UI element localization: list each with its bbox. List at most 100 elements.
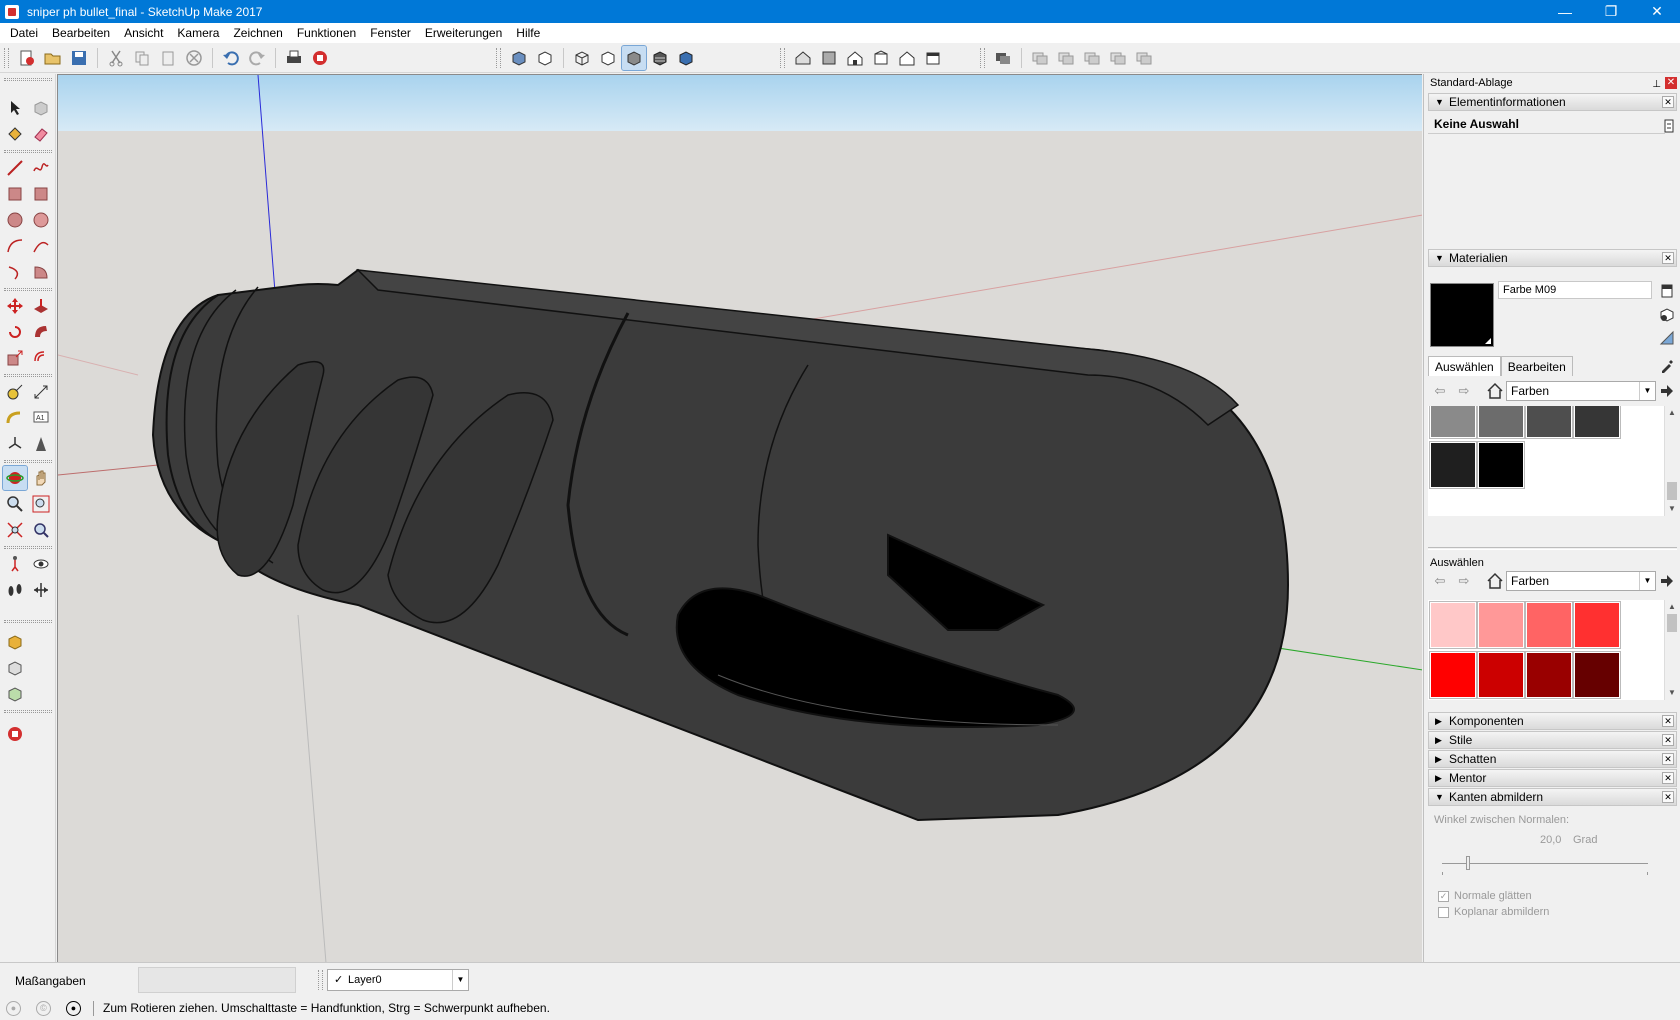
details-arrow-icon[interactable] — [1659, 383, 1675, 399]
monochrome-icon[interactable] — [674, 46, 698, 70]
default-material-icon[interactable] — [1657, 328, 1677, 348]
tab-select[interactable]: Auswählen — [1428, 356, 1501, 376]
swatch-red-1[interactable] — [1429, 601, 1477, 649]
toggle-details-icon[interactable] — [1659, 116, 1679, 136]
swatch-red-5[interactable] — [1429, 651, 1477, 699]
save-icon[interactable] — [67, 46, 91, 70]
shaded-textures-icon[interactable] — [648, 46, 672, 70]
print-icon[interactable] — [282, 46, 306, 70]
menu-ansicht[interactable]: Ansicht — [117, 23, 170, 43]
warehouse-icon[interactable] — [3, 630, 27, 654]
cut-icon[interactable] — [104, 46, 128, 70]
protractor-icon[interactable] — [3, 406, 27, 430]
panel-mentor[interactable]: ▶ Mentor ✕ — [1428, 769, 1677, 787]
secondary-scrollbar[interactable]: ▲ ▼ — [1664, 600, 1678, 700]
scroll-down-icon[interactable]: ▼ — [1665, 686, 1679, 700]
tape-measure-icon[interactable] — [3, 380, 27, 404]
panel-entity-info[interactable]: ▼ Elementinformationen ✕ — [1428, 93, 1677, 111]
scroll-up-icon[interactable]: ▲ — [1665, 600, 1679, 614]
material-name-field[interactable]: Farbe M09 — [1498, 281, 1652, 299]
top-view-icon[interactable] — [817, 46, 841, 70]
offset-icon[interactable] — [29, 346, 53, 370]
menu-kamera[interactable]: Kamera — [170, 23, 226, 43]
scene-1-icon[interactable] — [1028, 46, 1052, 70]
panel-shadows[interactable]: ▶ Schatten ✕ — [1428, 750, 1677, 768]
user-account-icon[interactable]: ● — [66, 1001, 81, 1016]
display-secondary-icon[interactable] — [1657, 281, 1677, 301]
panel-close-icon[interactable]: ✕ — [1662, 252, 1674, 264]
walk-icon[interactable] — [3, 578, 27, 602]
smooth-normals-checkbox[interactable]: ✓ Normale glätten — [1438, 890, 1532, 902]
pin-icon[interactable]: ⊥ — [1652, 76, 1661, 94]
soften-coplanar-checkbox[interactable]: Koplanar abmildern — [1438, 906, 1549, 918]
panel-close-icon[interactable]: ✕ — [1662, 753, 1674, 765]
right-view-icon[interactable] — [869, 46, 893, 70]
axes-icon[interactable] — [3, 432, 27, 456]
panel-close-icon[interactable]: ✕ — [1662, 791, 1674, 803]
redo-icon[interactable] — [245, 46, 269, 70]
previous-view-icon[interactable] — [29, 518, 53, 542]
section-plane-icon[interactable] — [29, 578, 53, 602]
left-view-icon[interactable] — [921, 46, 945, 70]
details-arrow-icon[interactable] — [1659, 573, 1675, 589]
paint-bucket-icon[interactable] — [3, 122, 27, 146]
copy-icon[interactable] — [130, 46, 154, 70]
new-file-icon[interactable] — [15, 46, 39, 70]
3d-viewport[interactable] — [57, 74, 1422, 962]
materials-scrollbar[interactable]: ▲ ▼ — [1664, 406, 1678, 516]
scene-5-icon[interactable] — [1132, 46, 1156, 70]
two-point-arc-icon[interactable] — [29, 234, 53, 258]
sketchup-app-icon[interactable] — [5, 4, 19, 19]
menu-erweiterungen[interactable]: Erweiterungen — [418, 23, 509, 43]
back-arrow-icon[interactable]: ⇦ — [1432, 383, 1448, 399]
scale-icon[interactable] — [3, 346, 27, 370]
swatch-gray-2[interactable] — [1477, 406, 1525, 439]
back-view-icon[interactable] — [895, 46, 919, 70]
panel-close-icon[interactable]: ✕ — [1662, 715, 1674, 727]
paste-icon[interactable] — [156, 46, 180, 70]
orbit-icon[interactable] — [2, 465, 28, 491]
swatch-gray-3[interactable] — [1525, 406, 1573, 439]
pie-icon[interactable] — [29, 260, 53, 284]
tray-close-icon[interactable]: ✕ — [1665, 77, 1677, 89]
back-arrow-icon[interactable]: ⇦ — [1432, 573, 1448, 589]
zoom-window-icon[interactable] — [29, 492, 53, 516]
menu-datei[interactable]: Datei — [3, 23, 45, 43]
angle-slider-knob[interactable] — [1466, 856, 1470, 870]
menu-bearbeiten[interactable]: Bearbeiten — [45, 23, 117, 43]
extension-manager-icon[interactable] — [3, 722, 27, 746]
extension-warehouse-icon[interactable] — [3, 682, 27, 706]
tab-edit[interactable]: Bearbeiten — [1500, 356, 1573, 376]
swatch-red-8[interactable] — [1573, 651, 1621, 699]
scroll-thumb[interactable] — [1667, 482, 1677, 500]
credits-icon[interactable]: © — [36, 1001, 51, 1016]
geo-location-icon[interactable]: ● — [6, 1001, 21, 1016]
line-tool-icon[interactable] — [3, 156, 27, 180]
arc-icon[interactable] — [3, 234, 27, 258]
panel-components[interactable]: ▶ Komponenten ✕ — [1428, 712, 1677, 730]
polygon-icon[interactable] — [29, 208, 53, 232]
restore-button[interactable]: ❐ — [1588, 0, 1634, 23]
panel-materials[interactable]: ▼ Materialien ✕ — [1428, 249, 1677, 267]
swatch-red-3[interactable] — [1525, 601, 1573, 649]
close-button[interactable]: ✕ — [1634, 0, 1680, 23]
panel-close-icon[interactable]: ✕ — [1662, 734, 1674, 746]
panel-soften-edges[interactable]: ▼ Kanten abmildern ✕ — [1428, 788, 1677, 806]
look-around-icon[interactable] — [29, 552, 53, 576]
freehand-icon[interactable] — [29, 156, 53, 180]
shaded-icon[interactable] — [621, 45, 647, 71]
rectangle-icon[interactable] — [3, 182, 27, 206]
zoom-icon[interactable] — [3, 492, 27, 516]
materials-library-select[interactable]: Farben ▼ — [1506, 381, 1656, 401]
text-tool-icon[interactable]: A1 — [29, 406, 53, 430]
front-view-icon[interactable] — [843, 46, 867, 70]
swatch-gray-4[interactable] — [1573, 406, 1621, 439]
home-icon[interactable] — [1486, 572, 1504, 590]
home-icon[interactable] — [1486, 382, 1504, 400]
erase-icon[interactable] — [182, 46, 206, 70]
swatch-black[interactable] — [1477, 441, 1525, 489]
share-model-icon[interactable] — [3, 656, 27, 680]
xray-icon[interactable] — [507, 46, 531, 70]
menu-hilfe[interactable]: Hilfe — [509, 23, 547, 43]
swatch-red-4[interactable] — [1573, 601, 1621, 649]
